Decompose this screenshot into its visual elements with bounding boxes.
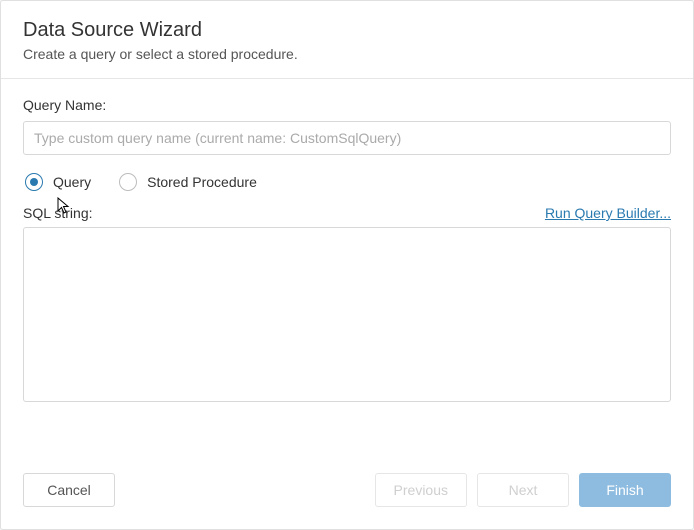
radio-query[interactable]: Query xyxy=(25,173,91,191)
query-type-radio-group: Query Stored Procedure xyxy=(23,173,671,191)
previous-button[interactable]: Previous xyxy=(375,473,467,507)
sql-string-label: SQL string: xyxy=(23,205,93,221)
next-button[interactable]: Next xyxy=(477,473,569,507)
run-query-builder-link[interactable]: Run Query Builder... xyxy=(545,205,671,221)
wizard-subtitle: Create a query or select a stored proced… xyxy=(23,46,671,62)
finish-button[interactable]: Finish xyxy=(579,473,671,507)
sql-string-textarea[interactable] xyxy=(23,227,671,402)
cancel-button[interactable]: Cancel xyxy=(23,473,115,507)
radio-icon xyxy=(119,173,137,191)
radio-icon xyxy=(25,173,43,191)
wizard-dialog: Data Source Wizard Create a query or sel… xyxy=(0,0,694,530)
wizard-footer: Cancel Previous Next Finish xyxy=(1,459,693,529)
wizard-title: Data Source Wizard xyxy=(23,19,671,42)
sql-string-row: SQL string: Run Query Builder... xyxy=(23,205,671,221)
query-name-label: Query Name: xyxy=(23,97,671,113)
footer-right-group: Previous Next Finish xyxy=(375,473,671,507)
wizard-body: Query Name: Query Stored Procedure SQL s… xyxy=(1,79,693,459)
radio-stored-procedure[interactable]: Stored Procedure xyxy=(119,173,257,191)
radio-stored-procedure-label: Stored Procedure xyxy=(147,174,257,190)
query-name-input[interactable] xyxy=(23,121,671,155)
radio-query-label: Query xyxy=(53,174,91,190)
wizard-header: Data Source Wizard Create a query or sel… xyxy=(1,1,693,79)
